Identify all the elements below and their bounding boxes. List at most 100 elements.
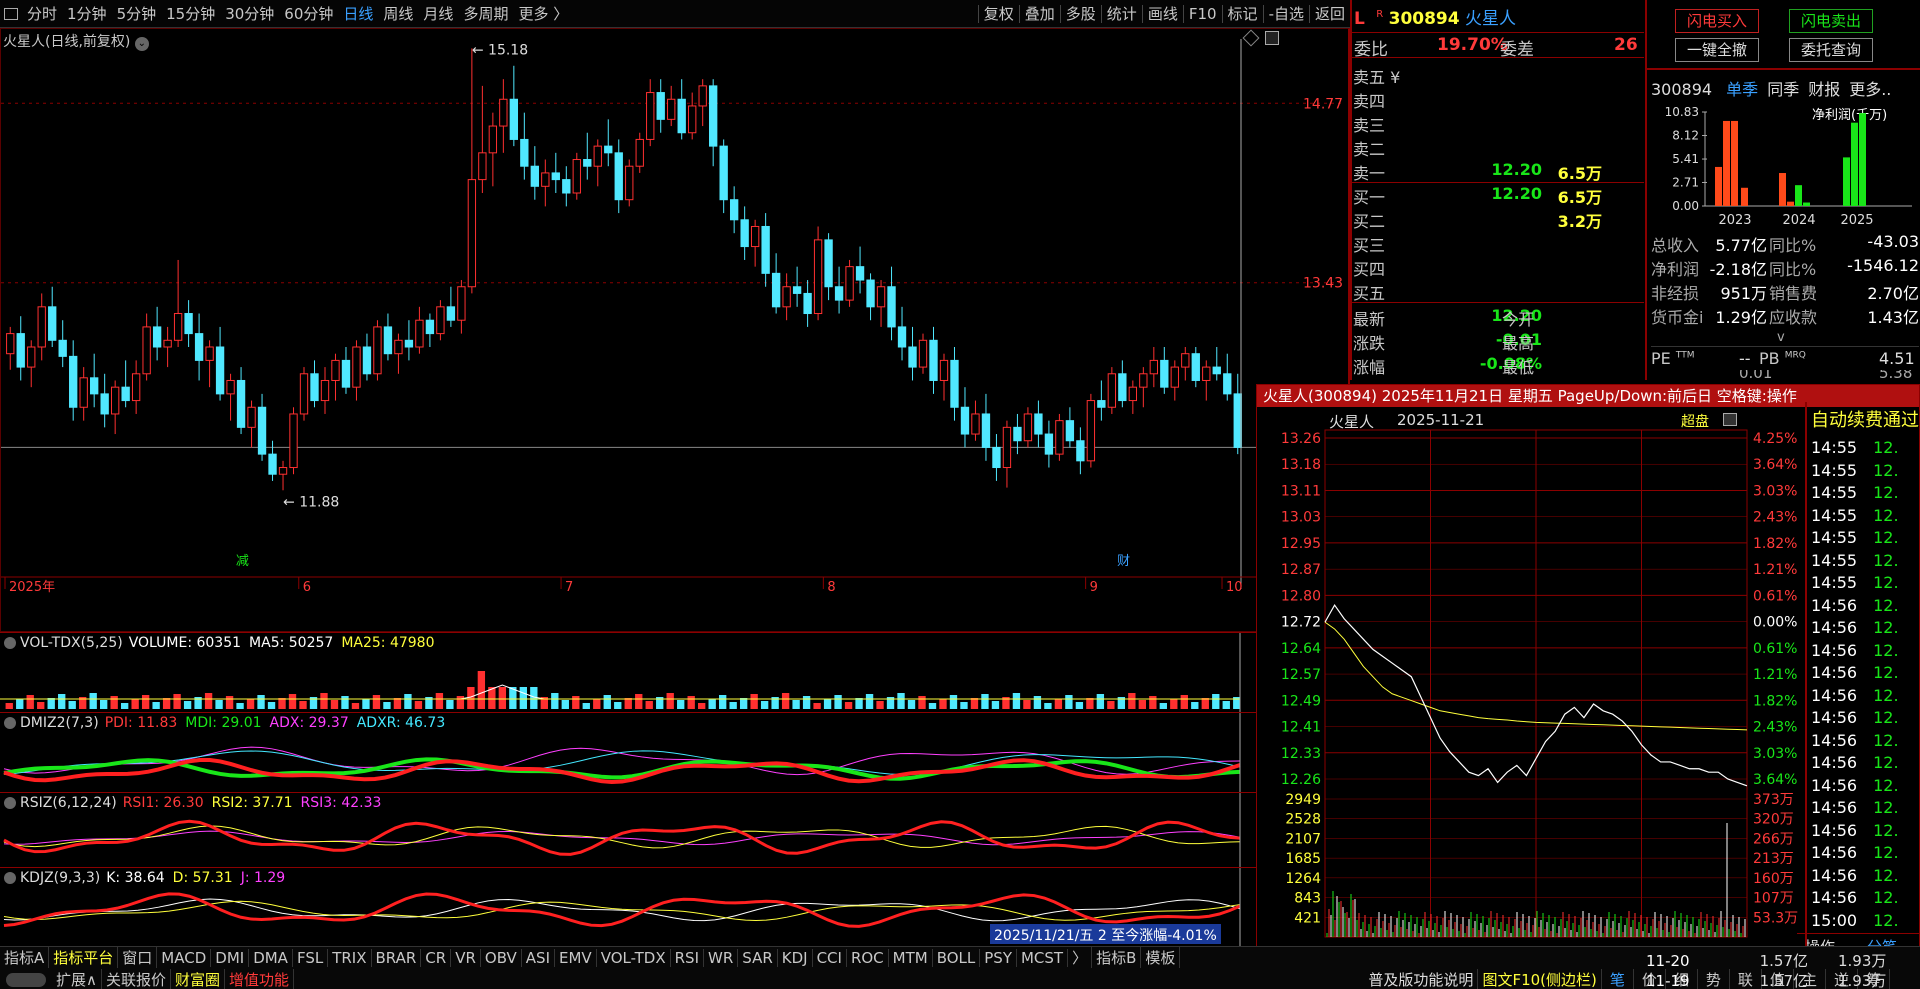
candle-body: [939, 359, 949, 381]
fin-tab-2[interactable]: 财报: [1808, 80, 1840, 99]
toolbar-action-8[interactable]: 返回: [1310, 3, 1350, 24]
feature-note-link[interactable]: 普及版功能说明: [1364, 969, 1479, 989]
indicator-tab-25[interactable]: 〉: [1068, 947, 1093, 968]
rsi-pane[interactable]: RSIZ(6,12,24) RSI1: 26.30 RSI2: 37.71 RSI3:…: [0, 792, 1350, 868]
intraday-pct-tick: 1.21%: [1753, 562, 1797, 578]
sell-label: 卖五 ¥: [1353, 68, 1401, 87]
period-tab-2[interactable]: 5分钟: [112, 3, 162, 24]
period-tab-0[interactable]: 分时: [22, 3, 62, 24]
flash-sell-button[interactable]: 闪电卖出: [1789, 9, 1873, 33]
indicator-tab-23[interactable]: PSY: [980, 948, 1017, 967]
volume-bar: [635, 694, 643, 709]
indicator-tab-12[interactable]: ASI: [522, 948, 556, 967]
menu-icon[interactable]: [4, 7, 18, 20]
indicator-tab-11[interactable]: OBV: [481, 948, 522, 967]
indicator-tab-3[interactable]: MACD: [157, 948, 212, 967]
indicator-tab-1[interactable]: 指标平台: [49, 947, 119, 968]
indicator-tab-22[interactable]: BOLL: [933, 948, 981, 967]
period-tab-3[interactable]: 15分钟: [161, 3, 220, 24]
volume-bar: [225, 696, 234, 709]
dmi-pane[interactable]: DMIZ2(7,3) PDI: 11.83 MDI: 29.01 ADX: 29.37…: [0, 712, 1350, 793]
fin-row: 非经损 951万 销售费 2.70亿: [1651, 280, 1919, 303]
indicator-tab-24[interactable]: MCST: [1017, 948, 1069, 967]
indicator-tab-5[interactable]: DMA: [249, 948, 293, 967]
net-profit-chart: 10.83 8.12 5.41 2.71 0.00 2023 2024 2025: [1665, 105, 1912, 228]
kline-chart[interactable]: 火星人(日线,前复权) ⌄ 14.77 13.43 ← 15.18 ← 11.88 20…: [0, 28, 1350, 632]
indicator-tab-20[interactable]: ROC: [847, 948, 889, 967]
period-tab-7[interactable]: 周线: [378, 3, 418, 24]
tick-price: 12.: [1873, 820, 1899, 840]
tick-price: 12.: [1873, 888, 1899, 907]
toolbar-action-5[interactable]: F10: [1184, 5, 1222, 23]
period-tab-5[interactable]: 60分钟: [279, 3, 338, 24]
indicator-tab-6[interactable]: FSL: [293, 948, 329, 967]
indicator-tab-26[interactable]: 指标B: [1092, 947, 1142, 968]
cancel-all-button[interactable]: 一键全撤: [1675, 38, 1759, 62]
volume-bar: [981, 694, 989, 709]
bottom-tool-1[interactable]: 关联报价: [102, 969, 171, 989]
indicator-tab-2[interactable]: 窗口: [118, 947, 158, 968]
indicator-tab-15[interactable]: RSI: [671, 948, 704, 967]
volume-bar: [393, 698, 402, 709]
toolbar-action-0[interactable]: 复权: [979, 3, 1019, 24]
volume-pane[interactable]: VOL-TDX(5,25) VOLUME: 60351 MA5: 50257 MA25…: [0, 632, 1350, 713]
flash-buy-button[interactable]: 闪电买入: [1675, 9, 1759, 33]
intraday-pct-tick: 4.25%: [1753, 431, 1797, 447]
f10-sidebar-link[interactable]: 图文F10(侧边栏): [1478, 969, 1602, 989]
fin-tab-3[interactable]: 更多..: [1849, 80, 1891, 99]
tick-dates: 11-20 1.57亿 1.93万 11-19 1.57亿 1.93万: [1640, 950, 1920, 989]
candle-body: [1139, 373, 1148, 388]
fin-tab-0[interactable]: 单季: [1726, 80, 1758, 99]
fin-expand-icon[interactable]: v: [1777, 330, 1785, 345]
candle-body: [1191, 353, 1200, 381]
toggle-icon[interactable]: [6, 972, 46, 987]
indicator-tab-13[interactable]: EMV: [555, 948, 597, 967]
order-query-button[interactable]: 委托查询: [1789, 38, 1873, 62]
stat-row-2: 涨幅 -0.08% 最低: [1352, 354, 1642, 378]
toolbar-action-1[interactable]: 叠加: [1020, 3, 1060, 24]
indicator-tab-27[interactable]: 模板: [1141, 947, 1181, 968]
bottom-tool-2[interactable]: 财富圈: [171, 969, 226, 989]
period-tab-1[interactable]: 1分钟: [62, 3, 112, 24]
candle-body: [341, 359, 351, 388]
candle-body: [184, 313, 193, 335]
bottom-tool-3[interactable]: 增值功能: [225, 969, 295, 989]
kdj-pane[interactable]: KDJZ(9,3,3) K: 38.64 D: 57.31 J: 1.29 2025/…: [0, 867, 1350, 947]
period-tab-8[interactable]: 月线: [418, 3, 458, 24]
indicator-tab-16[interactable]: WR: [704, 948, 739, 967]
period-tab-9[interactable]: 多周期: [458, 3, 513, 24]
indicator-tab-14[interactable]: VOL-TDX: [597, 948, 671, 967]
period-tab-4[interactable]: 30分钟: [220, 3, 279, 24]
indicator-tab-8[interactable]: BRAR: [372, 948, 422, 967]
intraday-price-tick: 13.26: [1281, 431, 1321, 447]
indicator-tab-7[interactable]: TRIX: [328, 948, 372, 967]
candle-body: [205, 346, 214, 361]
fin-tab-1[interactable]: 同季: [1767, 80, 1799, 99]
period-tab-10[interactable]: 更多 〉: [513, 3, 573, 24]
intraday-price-tick: 12.41: [1281, 720, 1321, 736]
indicator-tab-9[interactable]: CR: [421, 948, 452, 967]
indicator-tab-18[interactable]: KDJ: [778, 948, 813, 967]
fin-bar: [1795, 185, 1802, 206]
tick-view-tab-0[interactable]: 笔: [1602, 969, 1634, 989]
indicator-tab-17[interactable]: SAR: [738, 948, 778, 967]
bottom-tool-0[interactable]: 扩展∧: [52, 969, 102, 989]
toolbar-action-3[interactable]: 统计: [1102, 3, 1142, 24]
indicator-tab-0[interactable]: 指标A: [0, 947, 50, 968]
toolbar-action-4[interactable]: 画线: [1143, 3, 1183, 24]
volume-bar: [341, 696, 349, 709]
volume-bar: [572, 696, 580, 709]
buy-row-2: 买二 3.2万: [1352, 208, 1642, 232]
period-tab-6[interactable]: 日线: [338, 3, 378, 24]
indicator-tab-10[interactable]: VR: [451, 948, 481, 967]
indicator-tab-19[interactable]: CCI: [813, 948, 847, 967]
tick-row: 14:55 12.: [1811, 461, 1920, 481]
tick-row: 14:56 12.: [1811, 888, 1920, 908]
indicator-tab-21[interactable]: MTM: [889, 948, 933, 967]
toolbar-action-6[interactable]: 标记: [1223, 3, 1263, 24]
month-label: 6: [303, 580, 311, 595]
indicator-tab-4[interactable]: DMI: [211, 948, 250, 967]
toolbar-action-7[interactable]: -自选: [1264, 3, 1309, 24]
toolbar-action-2[interactable]: 多股: [1061, 3, 1101, 24]
volume-bar: [991, 701, 1000, 709]
